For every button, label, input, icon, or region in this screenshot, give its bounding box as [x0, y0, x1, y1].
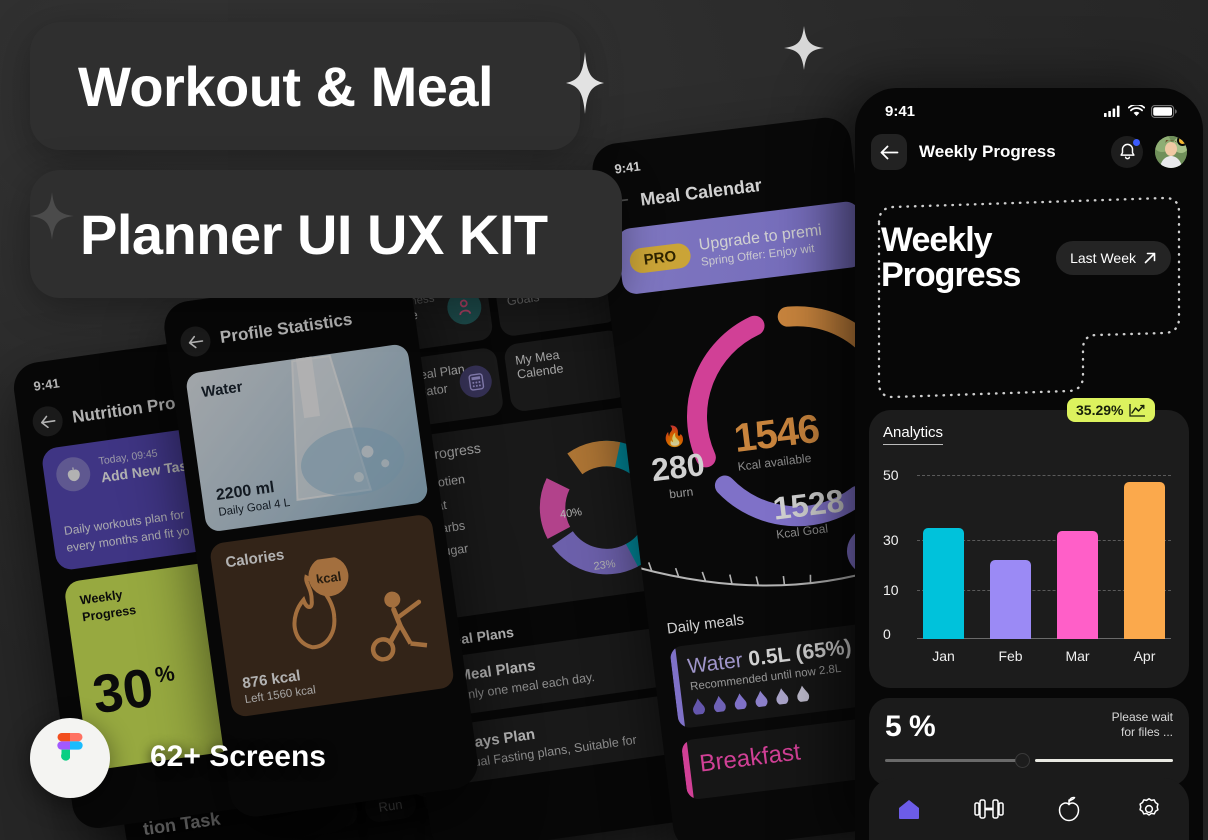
droplet-icon	[693, 698, 705, 716]
bell-icon	[1119, 143, 1135, 160]
avatar[interactable]	[1155, 136, 1187, 168]
home-icon	[899, 800, 919, 819]
wifi-icon	[1128, 105, 1145, 116]
hero-title-text: Workout & Meal	[78, 54, 494, 118]
x-tick-mar: Mar	[1065, 648, 1090, 664]
gear-icon	[1139, 798, 1159, 816]
apple-icon	[54, 455, 93, 494]
screens-count-label: 62+ Screens	[150, 740, 326, 773]
weekly-progress-hero: Weekly Progress Last Week	[873, 202, 1185, 314]
last-week-button[interactable]: Last Week	[1056, 241, 1171, 275]
pro-upgrade-banner[interactable]: PRO Upgrade to premi Spring Offer: Enjoy…	[615, 200, 867, 296]
burn-value: 280	[649, 445, 707, 489]
bar-feb	[990, 560, 1031, 639]
exercise-bike-icon	[370, 591, 428, 662]
tab-workout[interactable]	[974, 794, 1004, 824]
progress-percent: 5 %	[885, 710, 936, 743]
x-tick-jan: Jan	[932, 648, 955, 664]
droplet-icon	[755, 690, 768, 708]
bar-column	[1124, 459, 1165, 639]
status-time: 9:41	[885, 102, 916, 120]
bar-mar	[1057, 531, 1098, 639]
bar-apr	[1124, 481, 1165, 639]
hero-title-line1: Workout & Meal	[30, 22, 580, 150]
battery-icon	[1151, 104, 1177, 118]
calories-card[interactable]: Calories kcal 876 kcal Left 1560 kcal	[208, 513, 456, 718]
back-button[interactable]	[30, 404, 65, 439]
progress-hint-line1: Please wait	[1111, 710, 1173, 724]
droplet-icon	[713, 695, 726, 713]
bar-jan	[923, 527, 964, 639]
hero-heading-line1: Weekly	[881, 221, 993, 260]
page-title: Nutrition Pro	[71, 393, 177, 427]
bar-column	[923, 459, 964, 639]
notifications-button[interactable]	[1111, 136, 1143, 168]
hero-heading: Weekly Progress	[881, 221, 1021, 294]
y-axis-labels: 50 30 10 0	[883, 459, 911, 642]
droplet-icon	[797, 685, 810, 703]
file-progress-card[interactable]: 5 % Please wait for files ...	[869, 698, 1189, 786]
flame-icon: kcal	[292, 556, 349, 650]
slider-track-left	[885, 759, 1024, 762]
hero-subtitle-text: Planner UI UX KIT	[80, 202, 548, 266]
bar-series	[923, 459, 1165, 639]
signal-icon	[1104, 105, 1120, 117]
bar-column	[1057, 459, 1098, 639]
analytics-card[interactable]: Analytics 50 30 10 0 Jan Feb Mar Apr	[869, 410, 1189, 688]
water-card[interactable]: Water 2200 ml Daily Goal 4 L	[184, 343, 430, 533]
percent-badge: 35.29%	[1067, 398, 1156, 422]
notification-badge	[1133, 139, 1140, 146]
percent-badge-value: 35.29%	[1076, 402, 1124, 418]
slider-track-right	[1034, 759, 1173, 762]
y-tick-0: 0	[883, 625, 891, 642]
dumbbell-icon	[974, 799, 1004, 819]
weekly-unit: %	[153, 659, 177, 688]
apple-icon	[1058, 796, 1080, 822]
tab-settings[interactable]	[1134, 794, 1164, 824]
last-week-label: Last Week	[1070, 250, 1136, 266]
weekly-value: 30	[89, 657, 157, 725]
arrow-up-right-icon	[1144, 252, 1156, 264]
activity-chip-label: Run	[377, 796, 404, 815]
nav-bar: Weekly Progress	[855, 128, 1203, 178]
tab-nutrition[interactable]	[1054, 794, 1084, 824]
avatar-status-dot	[1177, 136, 1187, 146]
x-tick-apr: Apr	[1133, 648, 1156, 664]
y-tick-50: 50	[883, 467, 899, 484]
page-title: Meal Calendar	[639, 174, 763, 210]
main-phone-weekly-progress[interactable]: 9:41 Weekly Progress Weekly Progress Las…	[855, 88, 1203, 840]
droplet-icon	[776, 688, 789, 705]
progress-hint-line2: for files ...	[1120, 725, 1173, 739]
poster-canvas: 9:41 Nutrition Pro Today, 09:45 Add New …	[0, 0, 1208, 840]
slider-knob[interactable]	[1014, 753, 1030, 768]
droplet-icon	[734, 693, 747, 710]
plot-area	[917, 459, 1171, 639]
x-tick-feb: Feb	[998, 648, 1023, 664]
pro-badge: PRO	[628, 241, 692, 274]
page-title: Profile Statistics	[218, 309, 354, 347]
line-chart-icon	[1129, 403, 1146, 417]
hero-heading-line2: Progress	[881, 256, 1021, 294]
arrow-left-icon	[880, 145, 898, 159]
analytics-title: Analytics	[883, 424, 944, 445]
hero-title-line2: Planner UI UX KIT	[30, 170, 622, 298]
back-button[interactable]	[871, 134, 907, 170]
x-axis-labels: Jan Feb Mar Apr	[923, 648, 1165, 664]
y-tick-30: 30	[883, 532, 899, 548]
bar-column	[990, 459, 1031, 639]
bar-chart: 50 30 10 0	[883, 459, 1175, 642]
y-tick-10: 10	[883, 582, 899, 599]
status-bar: 9:41	[855, 88, 1203, 128]
tab-home[interactable]	[894, 794, 924, 824]
back-button[interactable]	[178, 324, 213, 359]
bottom-tab-bar	[869, 778, 1189, 840]
page-title: Weekly Progress	[919, 142, 1056, 161]
tile-meal-calendar[interactable]: My Mea Calende	[502, 328, 631, 413]
progress-slider[interactable]	[885, 753, 1173, 768]
figma-logo-icon	[30, 718, 110, 798]
